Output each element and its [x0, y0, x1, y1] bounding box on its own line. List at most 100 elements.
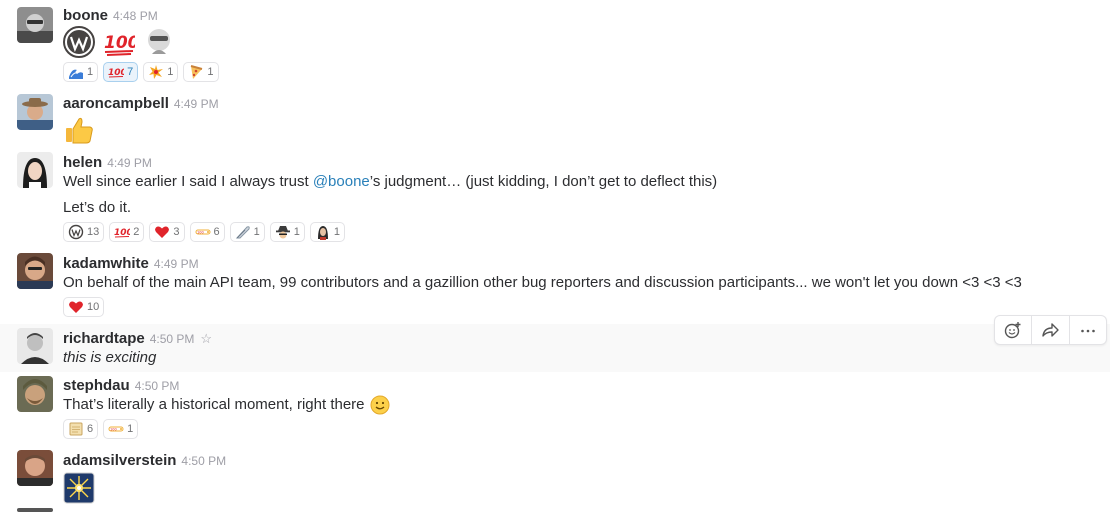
wordpress-icon [63, 26, 95, 58]
add-reaction-icon [1004, 322, 1021, 339]
username[interactable]: boone [63, 7, 108, 24]
reaction-count: 1 [293, 226, 300, 238]
timestamp[interactable]: 4:50 PM [135, 379, 180, 393]
reactions: 13 1002 3 1006 1 1 1 [63, 222, 345, 242]
scroll-icon [69, 422, 83, 436]
star-icon[interactable]: ☆ [200, 331, 212, 346]
share-arrow-icon [1042, 323, 1060, 337]
timestamp[interactable]: 4:49 PM [154, 257, 199, 271]
username[interactable]: richardtape [63, 330, 145, 347]
username[interactable]: aaroncampbell [63, 95, 169, 112]
trophy-icon: 100 [195, 229, 210, 235]
wave-icon [69, 69, 83, 79]
message-text: Well since earlier I said I always trust… [63, 172, 717, 192]
reaction-count: 7 [127, 66, 134, 78]
reaction[interactable]: 10 [63, 297, 105, 317]
message-helen: helen 4:49 PM Well since earlier I said I… [0, 148, 1110, 248]
message-aaroncampbell: aaroncampbell 4:49 PM [0, 88, 1110, 148]
username[interactable]: helen [63, 154, 102, 171]
reaction[interactable]: 1007 [103, 62, 139, 82]
message-text: That’s literally a historical moment, ri… [63, 396, 365, 413]
reaction[interactable]: 1002 [109, 222, 145, 242]
reactions: 1 1007 1 1 [63, 62, 219, 82]
wordpress-icon [68, 224, 84, 240]
thumbs-up-icon [66, 117, 93, 144]
emoji-message: 100 [63, 26, 175, 58]
reaction[interactable]: 100 1 [103, 419, 139, 439]
message-stephdau: stephdau 4:50 PM That’s literally a histo… [0, 372, 1110, 444]
pizza-icon [191, 65, 203, 79]
reactions: 6 100 1 [63, 419, 139, 439]
reaction-count: 1 [333, 226, 340, 238]
username[interactable]: adamsilverstein [63, 452, 176, 469]
feather-icon [235, 226, 250, 239]
trophy-icon: 100 [108, 426, 124, 432]
reaction[interactable]: 1 [63, 62, 99, 82]
reaction-count: 3 [173, 226, 180, 238]
message-richardtape[interactable]: richardtape 4:50 PM ☆ this is exciting [0, 324, 1110, 372]
spy-icon [275, 226, 290, 239]
svg-text:100: 100 [197, 230, 204, 234]
message-adamsilverstein: adamsilverstein 4:50 PM [0, 444, 1110, 512]
avatar[interactable] [17, 328, 53, 364]
avatar[interactable] [17, 7, 53, 43]
avatar[interactable] [17, 508, 53, 512]
reaction-count: 1 [127, 423, 134, 435]
more-actions-button[interactable] [1070, 316, 1106, 344]
message-text: this is exciting [63, 349, 157, 366]
heart-icon [155, 226, 170, 238]
reaction-count: 1 [87, 66, 94, 78]
reaction[interactable]: 1 [229, 222, 265, 242]
hundred-icon: 100 [104, 33, 135, 56]
avatar[interactable] [17, 376, 53, 412]
svg-text:100: 100 [104, 33, 135, 53]
reaction[interactable]: 1 [143, 62, 179, 82]
mention-link[interactable]: @boone [313, 173, 370, 190]
reaction-count: 2 [133, 226, 140, 238]
hundred-icon: 100 [114, 228, 130, 238]
fireworks-icon [63, 472, 95, 504]
avatar[interactable] [17, 450, 53, 486]
hundred-icon: 100 [108, 68, 124, 78]
heart-icon [69, 301, 83, 313]
reactions: 10 [63, 297, 105, 317]
text-segment: ’s judgment… (just kidding, I don’t get … [369, 173, 718, 190]
slightly-smiling-face-icon [370, 395, 390, 415]
reaction[interactable]: 3 [149, 222, 185, 242]
avatar[interactable] [17, 152, 53, 188]
reaction[interactable]: 13 [63, 222, 105, 242]
message-actions-toolbar [994, 315, 1107, 345]
add-reaction-button[interactable] [995, 316, 1033, 344]
reaction-count: 6 [87, 423, 94, 435]
reaction-count: 1 [207, 66, 214, 78]
timestamp[interactable]: 4:50 PM [150, 332, 195, 346]
text-segment: Well since earlier I said I always trust [63, 173, 313, 190]
reaction-count: 1 [253, 226, 260, 238]
reaction[interactable]: 1 [183, 62, 219, 82]
message-text: Let’s do it. [63, 199, 132, 216]
message-boone: boone4:48 PM 100 1 1007 1 1 [0, 0, 1110, 88]
woman-icon [317, 226, 328, 240]
avatar[interactable] [17, 94, 53, 130]
reaction-count: 13 [87, 226, 100, 238]
message-kadamwhite: kadamwhite 4:49 PM On behalf of the main … [0, 248, 1110, 324]
avatar[interactable] [17, 253, 53, 289]
reaction[interactable]: 100 6 [189, 222, 225, 242]
reaction-count: 1 [167, 66, 174, 78]
message-text: On behalf of the main API team, 99 contr… [63, 274, 1022, 291]
timestamp[interactable]: 4:50 PM [181, 454, 226, 468]
reaction-count: 6 [213, 226, 220, 238]
svg-text:100: 100 [110, 427, 117, 431]
username[interactable]: kadamwhite [63, 255, 149, 272]
collision-icon [149, 65, 164, 79]
face-icon [148, 29, 170, 54]
reaction[interactable]: 6 [63, 419, 99, 439]
share-button[interactable] [1032, 316, 1070, 344]
username[interactable]: stephdau [63, 377, 130, 394]
timestamp[interactable]: 4:48 PM [113, 9, 158, 23]
timestamp[interactable]: 4:49 PM [107, 156, 152, 170]
reaction[interactable]: 1 [269, 222, 305, 242]
timestamp[interactable]: 4:49 PM [174, 97, 219, 111]
reaction[interactable]: 1 [309, 222, 345, 242]
ellipsis-icon [1081, 329, 1095, 333]
